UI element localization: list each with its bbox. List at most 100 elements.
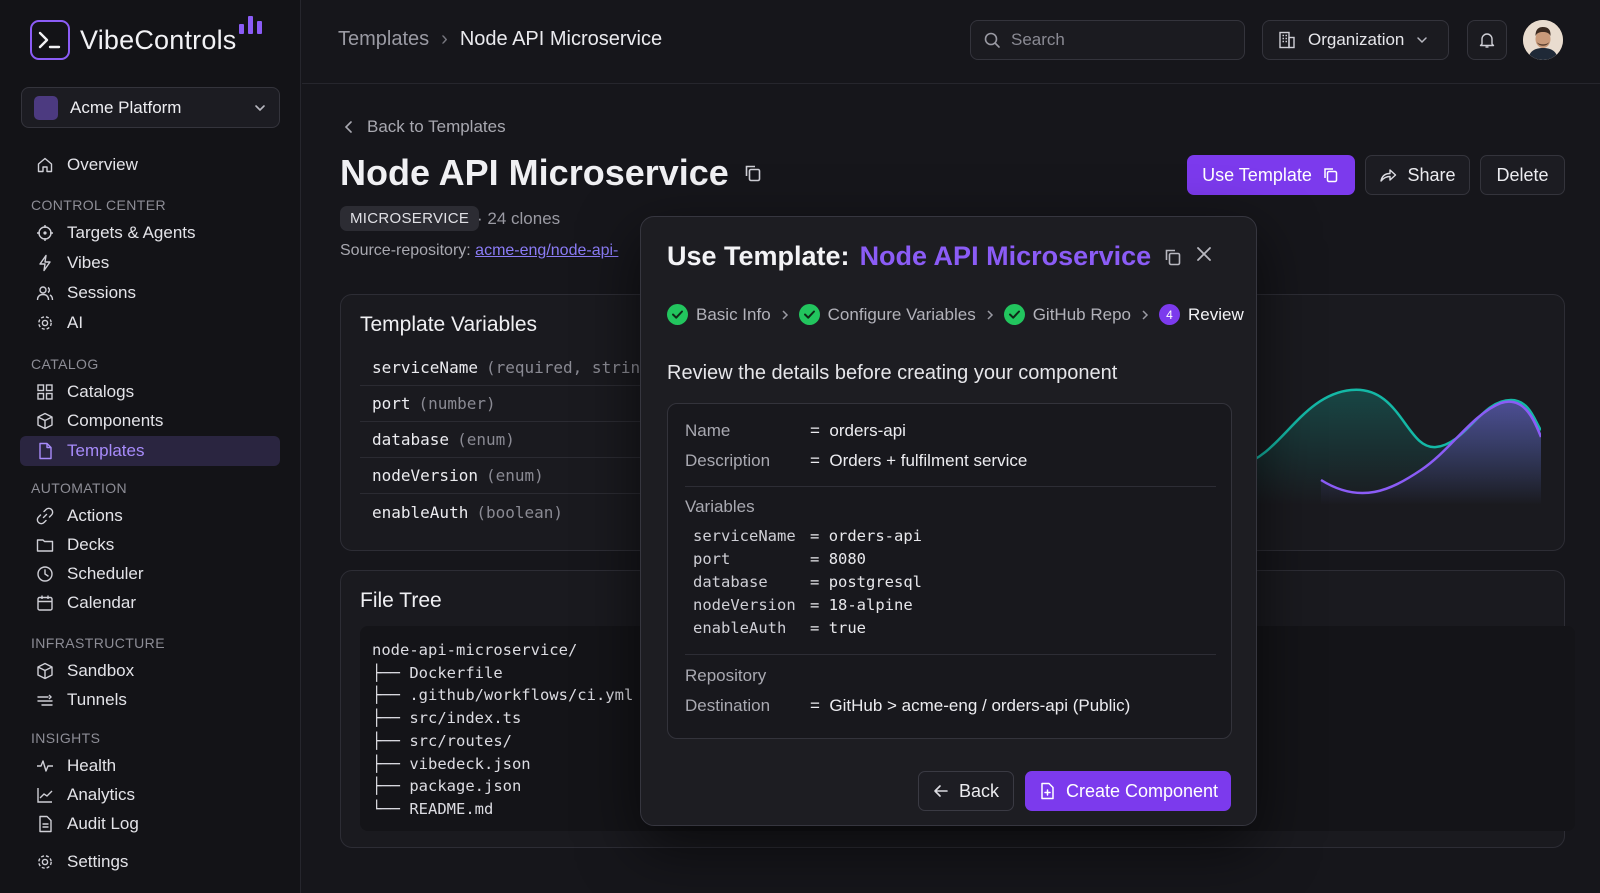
- copy-icon[interactable]: [1163, 247, 1183, 267]
- org-selector[interactable]: Acme Platform: [21, 87, 280, 128]
- step-basic-info[interactable]: Basic Info: [667, 304, 771, 325]
- sidebar-item-settings[interactable]: Settings: [20, 847, 280, 877]
- sidebar-item-audit-log[interactable]: Audit Log: [20, 809, 280, 839]
- sidebar-item-decks[interactable]: Decks: [20, 530, 280, 560]
- sidebar-item-ai[interactable]: AI: [20, 308, 280, 338]
- variable-name: port: [372, 394, 411, 413]
- sidebar-item-sandbox[interactable]: Sandbox: [20, 656, 280, 686]
- delete-button[interactable]: Delete: [1480, 155, 1565, 195]
- equals-sign: =: [810, 696, 820, 715]
- clock-icon: [37, 566, 53, 582]
- organization-button[interactable]: Organization: [1262, 20, 1449, 60]
- sidebar-item-label: Targets & Agents: [67, 223, 196, 242]
- variable-key: serviceName: [693, 527, 796, 545]
- copy-icon: [1324, 168, 1338, 183]
- sidebar-item-vibes[interactable]: Vibes: [20, 248, 280, 278]
- cube-icon: [37, 662, 53, 680]
- sidebar-item-label: Decks: [67, 535, 115, 554]
- link-icon: [36, 507, 54, 525]
- step-review[interactable]: 4 Review: [1158, 304, 1244, 325]
- clone-count: · 24 clones: [477, 209, 561, 228]
- share-button[interactable]: Share: [1365, 155, 1470, 195]
- sidebar-item-label: Audit Log: [67, 814, 139, 833]
- org-selector-label: Acme Platform: [70, 97, 182, 117]
- review-description-row: Description = Orders + fulfilment service: [685, 451, 1027, 471]
- variable-name: nodeVersion: [372, 466, 478, 485]
- organization-label: Organization: [1308, 30, 1405, 49]
- sidebar-item-label: Settings: [67, 852, 129, 871]
- check-circle-icon: [667, 304, 688, 325]
- share-label: Share: [1407, 164, 1456, 185]
- nav-section-insights: INSIGHTS: [31, 730, 101, 746]
- search-placeholder: Search: [1011, 30, 1065, 49]
- chevron-right-icon: [987, 309, 993, 320]
- close-icon[interactable]: [1194, 244, 1214, 264]
- brand-name: VibeControls: [80, 24, 237, 55]
- variable-row: database (enum): [360, 422, 660, 458]
- sidebar-item-targets-agents[interactable]: Targets & Agents: [20, 218, 280, 248]
- create-component-button[interactable]: Create Component: [1025, 771, 1231, 811]
- copy-icon[interactable]: [743, 163, 763, 183]
- sidebar-item-analytics[interactable]: Analytics: [20, 780, 280, 810]
- notifications-button[interactable]: [1467, 20, 1507, 60]
- variable-value: 8080: [828, 550, 867, 568]
- sidebar-item-catalogs[interactable]: Catalogs: [20, 377, 280, 407]
- chevron-down-icon: [255, 104, 265, 111]
- review-variable-row: database = postgresql: [693, 573, 922, 591]
- divider: [685, 654, 1216, 655]
- sidebar-item-overview[interactable]: Overview: [20, 150, 280, 180]
- document-icon: [39, 815, 52, 833]
- cube-icon: [37, 412, 53, 430]
- sidebar-item-label: Sessions: [67, 283, 136, 302]
- sidebar-item-templates[interactable]: Templates: [20, 436, 280, 466]
- review-value: Orders + fulfilment service: [829, 451, 1028, 470]
- step-configure-variables[interactable]: Configure Variables: [798, 304, 976, 325]
- variable-value: 18-alpine: [828, 596, 913, 614]
- arrow-left-icon: [934, 785, 948, 797]
- wizard-stepper: Basic Info Configure Variables GitHub Re…: [667, 304, 1244, 325]
- variable-type: (enum): [485, 466, 544, 485]
- variable-row: port (number): [360, 386, 660, 422]
- sidebar-item-label: Calendar: [67, 593, 136, 612]
- sidebar-item-label: Actions: [67, 506, 123, 525]
- clone-count-text: 24 clones: [487, 209, 561, 228]
- sidebar-item-components[interactable]: Components: [20, 406, 280, 436]
- use-template-button[interactable]: Use Template: [1187, 155, 1355, 195]
- users-icon: [36, 286, 54, 301]
- equals-sign: =: [810, 573, 820, 591]
- variable-value: orders-api: [828, 527, 923, 545]
- step-github-repo[interactable]: GitHub Repo: [1003, 304, 1131, 325]
- check-circle-icon: [1003, 304, 1025, 325]
- user-avatar[interactable]: [1523, 20, 1563, 60]
- variable-value: postgresql: [828, 573, 923, 591]
- sidebar-item-label: Scheduler: [67, 564, 144, 583]
- search-input[interactable]: Search: [970, 20, 1245, 60]
- delete-label: Delete: [1496, 164, 1549, 185]
- divider: [685, 486, 1216, 487]
- back-to-templates-link[interactable]: Back to Templates: [343, 117, 506, 137]
- sidebar-item-sessions[interactable]: Sessions: [20, 278, 280, 308]
- bar-chart-icon: [239, 16, 262, 34]
- sidebar-item-label: Templates: [67, 441, 145, 460]
- variables-heading: Variables: [685, 497, 755, 516]
- gear-icon: [38, 855, 52, 869]
- sidebar-item-calendar[interactable]: Calendar: [20, 588, 280, 618]
- source-repository-link[interactable]: acme-eng/node-api-: [475, 242, 618, 259]
- sidebar-item-label: Vibes: [67, 253, 110, 272]
- review-variable-row: enableAuth = true: [693, 619, 866, 637]
- modal-title: Use Template: Node API Microservice: [667, 241, 1183, 272]
- back-button[interactable]: Back: [918, 771, 1014, 811]
- sidebar-item-label: Overview: [67, 155, 138, 174]
- nav-section-catalog: CATALOG: [31, 356, 99, 372]
- sidebar-item-actions[interactable]: Actions: [20, 501, 280, 531]
- building-icon: [1279, 31, 1295, 49]
- sidebar-item-health[interactable]: Health: [20, 751, 280, 781]
- sidebar-item-scheduler[interactable]: Scheduler: [20, 559, 280, 589]
- breadcrumb-templates[interactable]: Templates: [338, 28, 429, 51]
- equals-sign: =: [810, 421, 820, 440]
- variable-key: database: [693, 573, 768, 591]
- brand-logo[interactable]: VibeControls: [30, 16, 262, 60]
- sidebar-item-tunnels[interactable]: Tunnels: [20, 685, 280, 715]
- review-key: Destination: [685, 696, 771, 715]
- calendar-icon: [37, 595, 53, 611]
